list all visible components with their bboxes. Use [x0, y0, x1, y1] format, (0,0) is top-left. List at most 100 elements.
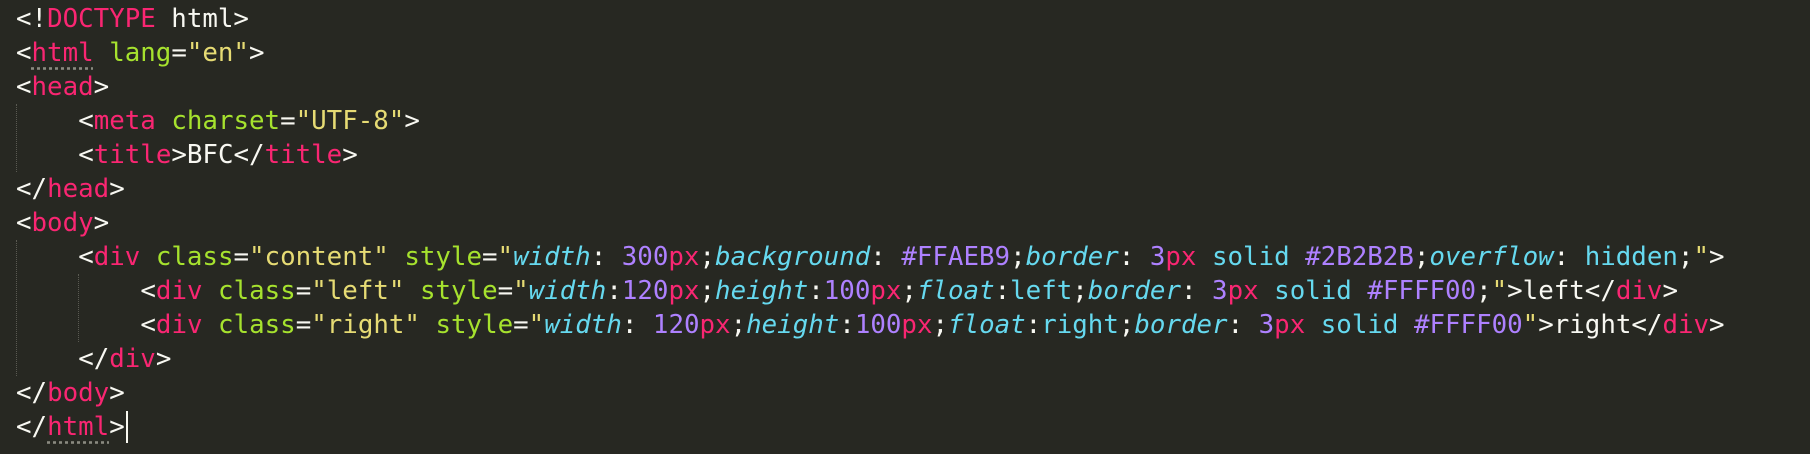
code-token: DOCTYPE — [47, 4, 156, 34]
code-token: > — [93, 208, 110, 238]
code-line[interactable]: <title>BFC</title> — [78, 138, 358, 172]
code-token: > — [404, 106, 420, 136]
code-token: > — [342, 140, 358, 170]
code-line[interactable]: <head> — [16, 70, 109, 104]
code-token: #2B2B2B — [1305, 242, 1414, 272]
code-token: </ — [16, 412, 48, 442]
code-token: = — [171, 38, 187, 68]
code-line[interactable]: </html> — [16, 410, 125, 444]
code-token: </ — [16, 174, 48, 204]
indent-guide — [16, 240, 17, 376]
code-token: "left" — [311, 276, 405, 306]
code-token: : — [606, 276, 622, 306]
code-token: : — [1553, 242, 1585, 272]
code-token: solid — [1211, 242, 1290, 272]
code-token: hidden — [1584, 242, 1678, 272]
code-token: > — [1709, 310, 1725, 340]
code-line[interactable]: </head> — [16, 172, 125, 206]
code-token: solid — [1274, 276, 1352, 306]
code-token: px — [1165, 242, 1197, 272]
code-token: #FFFF00 — [1413, 310, 1523, 340]
code-token: = — [482, 242, 498, 272]
code-token: body — [31, 208, 94, 238]
code-token: " — [1522, 310, 1539, 340]
code-line[interactable]: <div class="left" style="width:120px;hei… — [140, 274, 1678, 308]
code-token: border — [1087, 276, 1181, 306]
code-token: solid — [1320, 310, 1399, 340]
code-line[interactable]: <body> — [16, 206, 109, 240]
code-token: >BFC</ — [171, 140, 265, 170]
code-token: float — [948, 310, 1026, 340]
code-token: 3 — [1212, 276, 1228, 306]
code-token: right — [1041, 310, 1119, 340]
code-token: : — [621, 310, 653, 340]
text-cursor — [125, 411, 128, 443]
code-token: 100 — [854, 310, 902, 340]
code-token: height — [746, 310, 840, 340]
code-token: "right" — [311, 310, 420, 340]
code-token: = — [513, 310, 529, 340]
code-token: > — [109, 174, 125, 204]
code-editor[interactable]: <!DOCTYPE html> <html lang="en"> <head> <me… — [0, 0, 1810, 454]
code-token: ; — [1072, 276, 1088, 306]
code-token: : — [1025, 310, 1042, 340]
code-line[interactable]: <!DOCTYPE html> — [16, 2, 249, 36]
code-token: " — [1491, 276, 1508, 306]
code-token: < — [78, 242, 94, 272]
code-token: " — [513, 276, 529, 306]
code-token: overflow — [1429, 242, 1554, 272]
code-token: < — [78, 140, 94, 170]
code-token: > — [1662, 276, 1678, 306]
code-token: > — [93, 72, 110, 102]
code-token: > — [248, 38, 265, 68]
code-token: >right</ — [1538, 310, 1663, 340]
code-token: html> — [155, 4, 249, 34]
code-token: style — [404, 242, 482, 272]
code-token: " — [1693, 242, 1709, 272]
code-line[interactable]: </div> — [78, 342, 171, 376]
code-token: = — [233, 242, 250, 272]
code-token: left — [1010, 276, 1073, 306]
code-token: charset — [171, 106, 281, 136]
code-line[interactable]: <div class="content" style="width: 300px… — [78, 240, 1724, 274]
indent-guide — [16, 104, 17, 172]
code-token: : — [839, 310, 855, 340]
code-token: = — [497, 276, 514, 306]
code-token: px — [668, 242, 700, 272]
code-token: 300 — [621, 242, 669, 272]
code-line[interactable]: <html lang="en"> — [16, 36, 265, 70]
code-token: : — [590, 242, 622, 272]
code-token: html — [47, 412, 110, 442]
code-token: height — [715, 276, 809, 306]
code-token: px — [1227, 276, 1259, 306]
code-line[interactable]: </body> — [16, 376, 125, 410]
code-token: style — [435, 310, 514, 340]
code-token: div — [1662, 310, 1710, 340]
code-token: width — [513, 242, 591, 272]
code-token: ; — [730, 310, 747, 340]
code-token: class — [218, 310, 296, 340]
code-token: 3 — [1258, 310, 1275, 340]
code-token: html — [31, 38, 94, 68]
code-token: : — [994, 276, 1011, 306]
code-line[interactable]: <meta charset="UTF-8"> — [78, 104, 420, 138]
code-token: title — [93, 140, 172, 170]
code-token: float — [916, 276, 995, 306]
code-token: > — [155, 344, 172, 374]
code-token: = — [295, 310, 312, 340]
code-token: " — [497, 242, 514, 272]
code-line[interactable]: <div class="right" style="width: 120px;h… — [140, 308, 1724, 342]
code-token: "en" — [186, 38, 249, 68]
code-token: head — [47, 174, 110, 204]
code-token: 120 — [621, 276, 669, 306]
